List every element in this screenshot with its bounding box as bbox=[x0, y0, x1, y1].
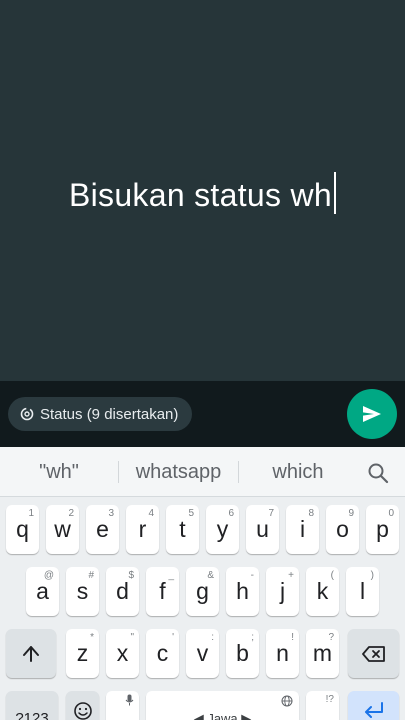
key-a[interactable]: @ a bbox=[26, 567, 59, 616]
key-q[interactable]: 1q bbox=[6, 505, 39, 554]
key-i[interactable]: 8i bbox=[286, 505, 319, 554]
shift-arrow-icon bbox=[23, 645, 39, 662]
space-key[interactable]: ◀ Jawa ▶ bbox=[146, 691, 299, 720]
key-c[interactable]: ' c bbox=[146, 629, 179, 678]
key-p[interactable]: 0p bbox=[366, 505, 399, 554]
status-ring-icon bbox=[20, 407, 34, 421]
key-m[interactable]: ? m bbox=[306, 629, 339, 678]
status-text-field[interactable]: Bisukan status wh bbox=[0, 172, 405, 214]
search-icon[interactable] bbox=[366, 461, 390, 485]
key-r[interactable]: 4r bbox=[126, 505, 159, 554]
send-icon bbox=[363, 406, 381, 422]
space-language-label: Jawa bbox=[207, 711, 238, 720]
key-o[interactable]: 9o bbox=[326, 505, 359, 554]
key-w[interactable]: 2w bbox=[46, 505, 79, 554]
symbols-key[interactable]: ?123 bbox=[6, 691, 58, 720]
newline-enter-icon bbox=[364, 702, 383, 718]
comma-key[interactable] bbox=[106, 691, 139, 720]
key-j[interactable]: + j bbox=[266, 567, 299, 616]
key-b[interactable]: ; b bbox=[226, 629, 259, 678]
microphone-icon bbox=[125, 694, 134, 706]
key-k[interactable]: (k bbox=[306, 567, 339, 616]
emoji-icon bbox=[73, 702, 92, 720]
key-l[interactable]: ) l bbox=[346, 567, 379, 616]
suggestion-2[interactable]: whatsapp bbox=[119, 447, 238, 497]
text-cursor bbox=[334, 172, 336, 214]
key-x[interactable]: " x bbox=[106, 629, 139, 678]
status-canvas[interactable]: Bisukan status wh bbox=[0, 0, 405, 381]
bottom-bar: Status (9 disertakan) bbox=[0, 381, 405, 447]
suggestion-1[interactable]: "wh" bbox=[0, 447, 118, 497]
key-z[interactable]: * z bbox=[66, 629, 99, 678]
backspace-key[interactable] bbox=[348, 629, 399, 678]
key-v[interactable]: :v bbox=[186, 629, 219, 678]
enter-key[interactable] bbox=[348, 691, 399, 720]
audience-label: Status (9 disertakan) bbox=[40, 405, 179, 423]
send-button[interactable] bbox=[347, 389, 397, 439]
emoji-key[interactable] bbox=[66, 691, 99, 720]
key-n[interactable]: ! n bbox=[266, 629, 299, 678]
key-s[interactable]: # s bbox=[66, 567, 99, 616]
key-f[interactable]: _ f bbox=[146, 567, 179, 616]
globe-icon bbox=[281, 695, 293, 707]
suggestion-3[interactable]: which bbox=[239, 447, 357, 497]
shift-key[interactable] bbox=[6, 629, 56, 678]
key-g[interactable]: & g bbox=[186, 567, 219, 616]
key-y[interactable]: 6y bbox=[206, 505, 239, 554]
key-t[interactable]: 5t bbox=[166, 505, 199, 554]
key-h[interactable]: -h bbox=[226, 567, 259, 616]
backspace-icon bbox=[361, 645, 385, 662]
key-d[interactable]: $ d bbox=[106, 567, 139, 616]
key-u[interactable]: 7u bbox=[246, 505, 279, 554]
keyboard: "wh" whatsapp which 1q 2w 3e 4r 5t 6y 7u… bbox=[0, 447, 405, 720]
suggestion-strip: "wh" whatsapp which bbox=[0, 447, 405, 497]
period-key[interactable]: !? bbox=[306, 691, 339, 720]
key-e[interactable]: 3e bbox=[86, 505, 119, 554]
status-text: Bisukan status wh bbox=[68, 177, 332, 213]
audience-chip[interactable]: Status (9 disertakan) bbox=[8, 397, 193, 431]
